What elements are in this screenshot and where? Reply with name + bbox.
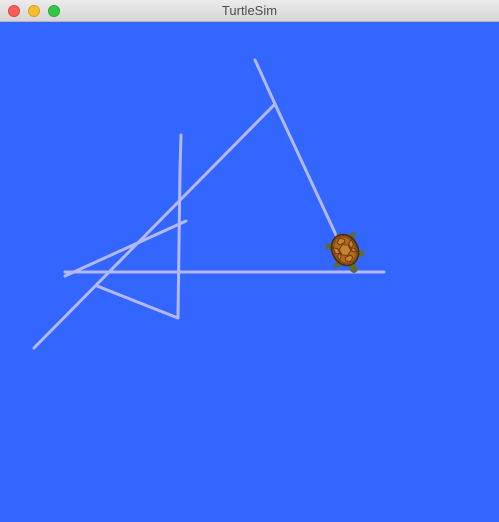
title-bar[interactable]: TurtleSim: [0, 0, 499, 22]
trail-segment: [273, 102, 339, 239]
trail-segment: [176, 169, 182, 320]
window-title: TurtleSim: [221, 3, 278, 18]
turtle-canvas: [0, 22, 499, 522]
turtlesim-window: TurtleSim: [0, 0, 499, 522]
trail-segment: [63, 219, 188, 278]
trail-segment: [178, 133, 183, 173]
trail-segment: [95, 284, 180, 320]
trail-segment: [253, 58, 277, 106]
pen-trail: [32, 58, 386, 350]
trail-segment: [32, 102, 277, 350]
drawing-surface: [32, 58, 386, 350]
